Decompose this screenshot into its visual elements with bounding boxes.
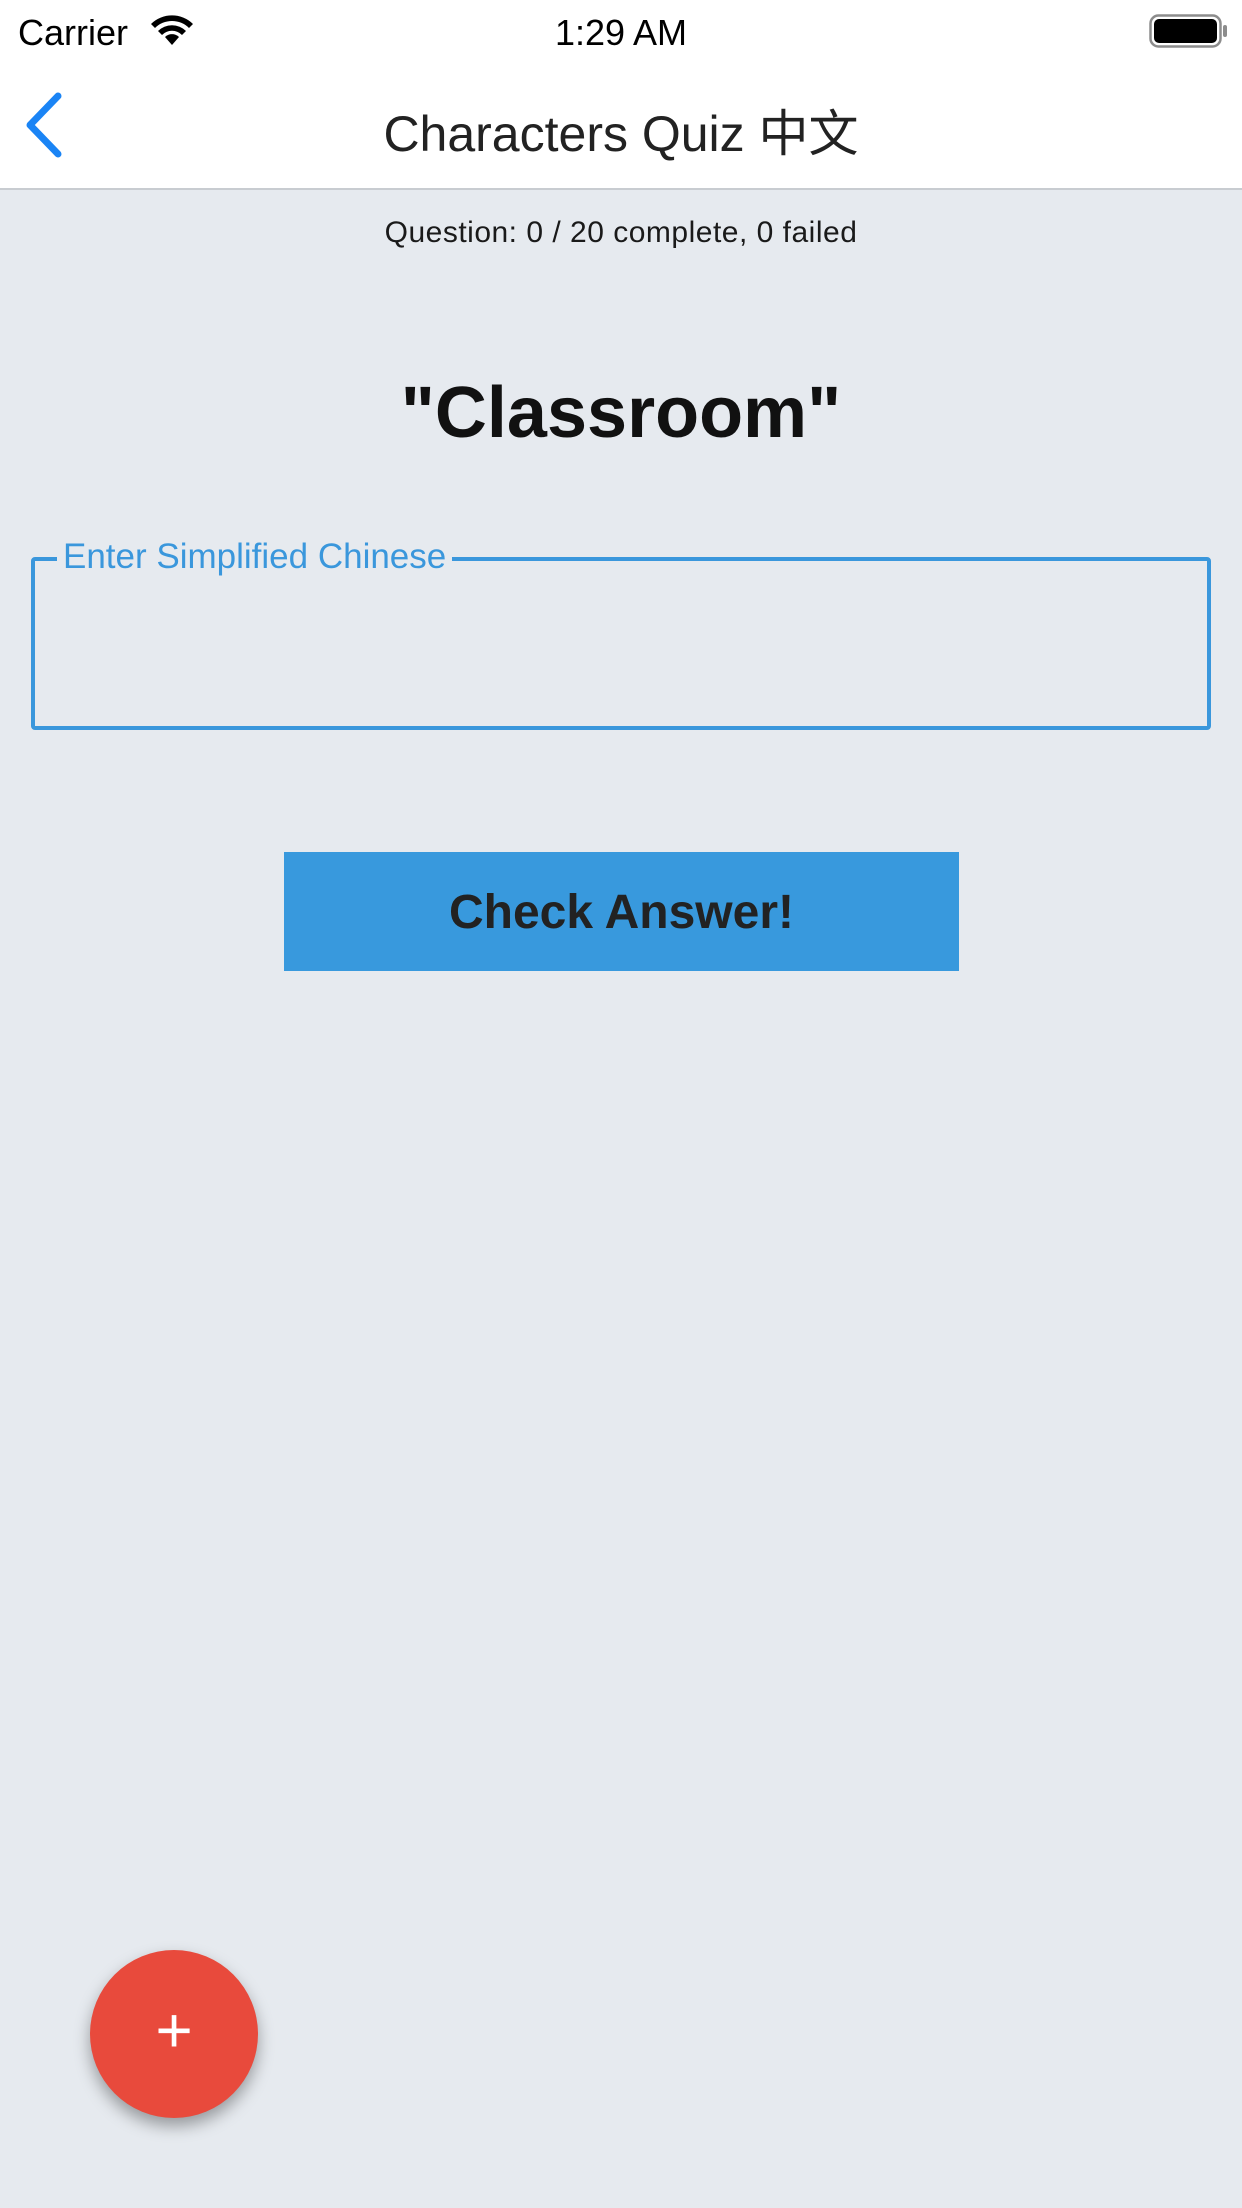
- answer-input[interactable]: [61, 601, 1185, 683]
- quiz-prompt-word: "Classroom": [400, 373, 842, 453]
- add-button[interactable]: +: [90, 1950, 258, 2118]
- answer-field-label: Enter Simplified Chinese: [57, 535, 453, 579]
- quiz-progress: Question: 0 / 20 complete, 0 failed: [384, 216, 858, 249]
- answer-field[interactable]: Enter Simplified Chinese: [31, 535, 1211, 730]
- status-bar: Carrier 1:29 AM: [0, 0, 1242, 60]
- check-answer-button[interactable]: Check Answer!: [284, 852, 959, 971]
- page-title: Characters Quiz 中文: [383, 106, 859, 162]
- battery-full-icon: [1149, 14, 1229, 48]
- plus-icon: +: [155, 1994, 193, 2066]
- status-time: 1:29 AM: [554, 12, 688, 53]
- navigation-bar: Characters Quiz 中文: [0, 60, 1242, 190]
